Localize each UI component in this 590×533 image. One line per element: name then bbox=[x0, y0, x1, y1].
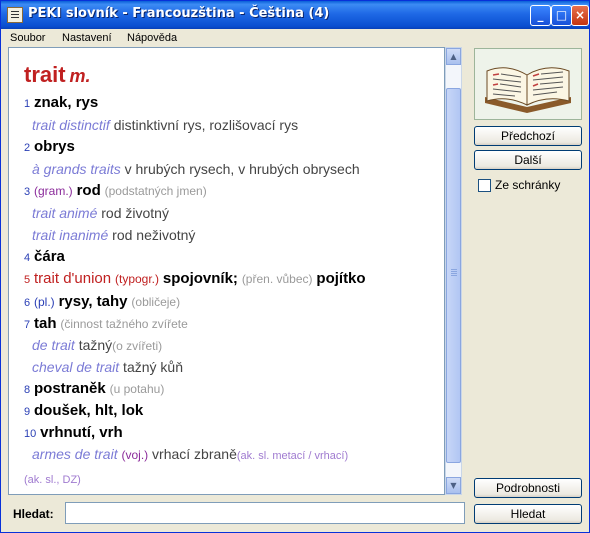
search-button[interactable]: Hledat bbox=[474, 504, 582, 524]
meaning-7: 7 tah (činnost tažného zvířete bbox=[24, 315, 188, 332]
clipboard-checkbox[interactable] bbox=[478, 179, 491, 192]
menu-napoveda[interactable]: Nápověda bbox=[127, 29, 177, 47]
details-button[interactable]: Podrobnosti bbox=[474, 478, 582, 498]
headword: trait bbox=[24, 62, 66, 87]
headword-line: trait m. bbox=[24, 62, 90, 88]
phrase-line: à grands traits v hrubých rysech, v hrub… bbox=[32, 161, 360, 177]
meaning-1: 1 znak, rys bbox=[24, 94, 99, 111]
meaning-6: 6 (pl.) rysy, tahy (obličeje) bbox=[24, 293, 181, 310]
scroll-down-icon[interactable]: ▼ bbox=[446, 477, 461, 494]
clipboard-label: Ze schránky bbox=[495, 178, 561, 192]
search-input[interactable] bbox=[65, 502, 465, 524]
phrase-line: de trait tažný(o zvířeti) bbox=[32, 337, 163, 353]
phrase-line: trait animé rod životný bbox=[32, 205, 169, 221]
vertical-scrollbar[interactable]: ▲ ▼ bbox=[445, 47, 462, 495]
search-label: Hledat: bbox=[13, 507, 54, 521]
meaning-5: 5 trait d'union (typogr.) spojovník; (př… bbox=[24, 270, 366, 287]
maximize-button[interactable]: □ bbox=[551, 5, 572, 26]
scroll-up-icon[interactable]: ▲ bbox=[446, 48, 461, 65]
app-icon[interactable] bbox=[7, 7, 23, 23]
menu-bar: Soubor Nastavení Nápověda bbox=[1, 29, 589, 47]
minimize-button[interactable]: _ bbox=[530, 5, 551, 26]
app-window: PEKI slovník - Francouzština - Čeština (… bbox=[0, 0, 590, 533]
menu-nastaveni[interactable]: Nastavení bbox=[62, 29, 112, 47]
phrase-line: trait distinctif distinktivní rys, rozli… bbox=[32, 117, 299, 133]
close-button[interactable]: × bbox=[571, 5, 589, 26]
phrase-line: cheval de trait tažný kůň bbox=[32, 359, 183, 375]
meaning-2: 2 obrys bbox=[24, 138, 75, 155]
meaning-9: 9 doušek, hlt, lok bbox=[24, 402, 144, 419]
previous-button[interactable]: Předchozí bbox=[474, 126, 582, 146]
meaning-8: 8 postraněk (u potahu) bbox=[24, 380, 165, 397]
title-bar[interactable]: PEKI slovník - Francouzština - Čeština (… bbox=[1, 1, 589, 29]
scroll-thumb[interactable] bbox=[446, 88, 461, 463]
open-book-icon bbox=[474, 48, 582, 120]
source-note: (ak. sl., DZ) bbox=[24, 474, 81, 486]
menu-soubor[interactable]: Soubor bbox=[10, 29, 45, 47]
phrase-line: trait inanimé rod neživotný bbox=[32, 227, 196, 243]
meaning-10: 10 vrhnutí, vrh bbox=[24, 424, 123, 441]
phrase-line: armes de trait (voj.) vrhací zbraně(ak. … bbox=[32, 446, 349, 462]
meaning-4: 4 čára bbox=[24, 248, 65, 265]
entry-panel[interactable]: trait m. 1 znak, rys trait distinctif di… bbox=[8, 47, 445, 495]
window-title: PEKI slovník - Francouzština - Čeština (… bbox=[28, 6, 330, 21]
gender: m. bbox=[69, 66, 91, 86]
meaning-3: 3 (gram.) rod (podstatných jmen) bbox=[24, 182, 207, 199]
next-button[interactable]: Další bbox=[474, 150, 582, 170]
